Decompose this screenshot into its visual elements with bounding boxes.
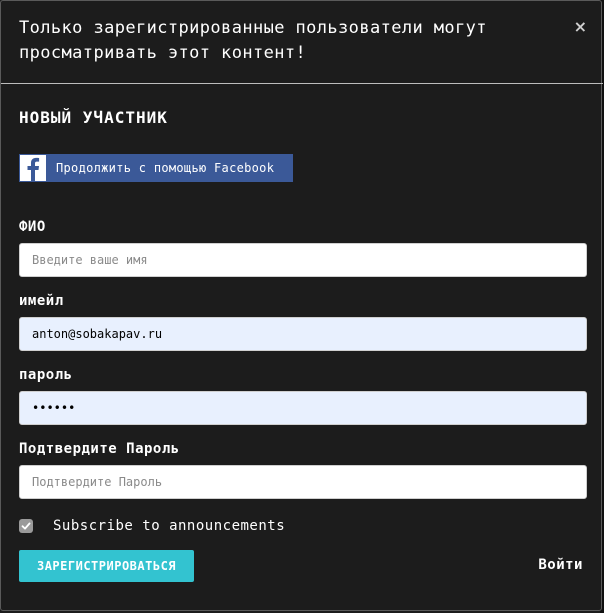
facebook-button-label: Продолжить с помощью Facebook xyxy=(56,161,275,175)
register-button[interactable]: ЗАРЕГИСТРИРОВАТЬСЯ xyxy=(19,550,194,582)
email-label: имейл xyxy=(19,293,64,309)
check-icon xyxy=(21,522,31,530)
subscribe-row: Subscribe to announcements xyxy=(19,518,285,534)
facebook-icon xyxy=(19,154,47,182)
section-title: НОВЫЙ УЧАСТНИК xyxy=(19,108,168,127)
login-link[interactable]: Войти xyxy=(538,557,583,573)
subscribe-checkbox[interactable] xyxy=(19,519,33,533)
facebook-login-button[interactable]: Продолжить с помощью Facebook xyxy=(19,154,293,182)
password-input[interactable] xyxy=(19,391,587,425)
email-input[interactable] xyxy=(19,317,587,351)
name-input[interactable] xyxy=(19,243,587,277)
confirm-password-label: Подтвердите Пароль xyxy=(19,441,180,457)
modal-title: Только зарегистрированные пользователи м… xyxy=(19,18,487,63)
name-label: ФИО xyxy=(19,219,46,235)
close-icon[interactable]: × xyxy=(574,19,587,35)
confirm-password-input[interactable] xyxy=(19,465,587,499)
subscribe-label: Subscribe to announcements xyxy=(53,518,286,534)
registration-modal: Только зарегистрированные пользователи м… xyxy=(0,0,603,611)
modal-header: Только зарегистрированные пользователи м… xyxy=(1,1,603,84)
password-label: пароль xyxy=(19,367,73,383)
